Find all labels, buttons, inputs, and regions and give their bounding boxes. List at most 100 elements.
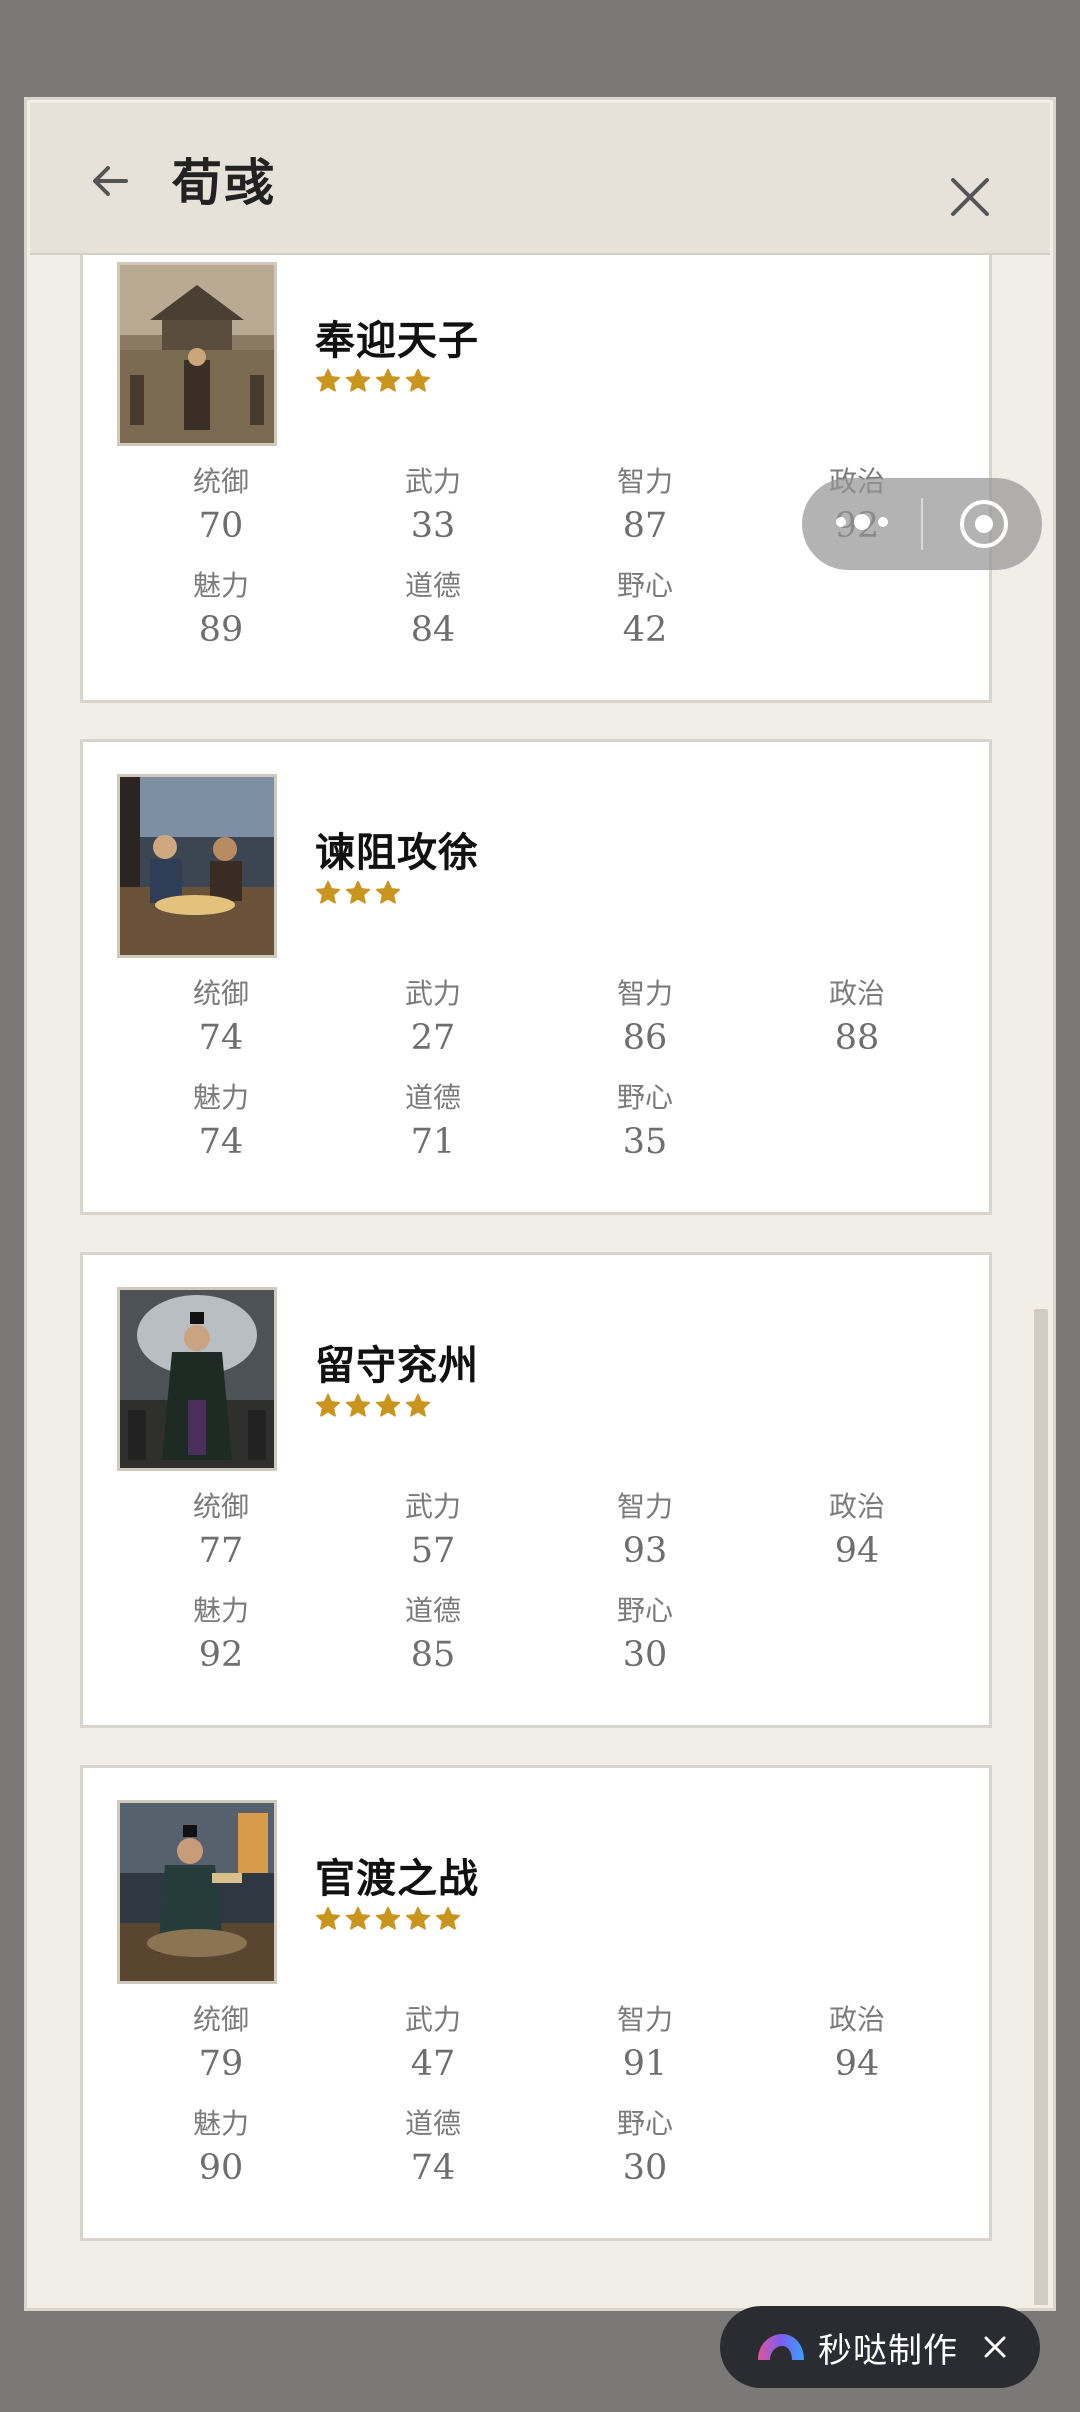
stat-value: 70	[198, 506, 244, 546]
stat-label: 武力	[404, 2003, 461, 2036]
stat-value: 71	[410, 1122, 456, 1162]
target-icon	[960, 500, 1008, 548]
event-image	[117, 774, 277, 958]
stat-meili: 魅力 92	[141, 1589, 301, 1675]
stat-value: 57	[410, 1531, 456, 1571]
stat-value: 27	[410, 1018, 456, 1058]
star-icon	[345, 1906, 371, 1930]
stat-label: 政治	[828, 977, 885, 1010]
stat-label: 统御	[192, 1490, 249, 1523]
more-button[interactable]	[836, 514, 888, 530]
event-image	[117, 1287, 277, 1471]
event-card[interactable]: 谏阻攻徐 统御 74 武力 27 智力 86 政治 88 魅力 74 道德 71 野心 35	[80, 739, 992, 1215]
stat-label: 道德	[404, 569, 461, 602]
stat-wuli: 武力 33	[353, 460, 513, 546]
scrollbar[interactable]	[1034, 1309, 1048, 2305]
stat-value: 30	[622, 1635, 668, 1675]
stat-value: 74	[410, 2148, 456, 2188]
exit-button[interactable]	[958, 498, 1010, 550]
event-title: 留守兖州	[315, 1343, 479, 1389]
stat-tongyu: 统御 79	[141, 1998, 301, 2084]
close-icon	[951, 178, 989, 216]
stat-value: 79	[198, 2044, 244, 2084]
page-title: 荀彧	[172, 154, 276, 212]
stat-meili: 魅力 89	[141, 564, 301, 650]
stat-zhengzhi: 政治 88	[777, 972, 937, 1058]
stat-value: 85	[410, 1635, 456, 1675]
stat-value: 47	[410, 2044, 456, 2084]
modal-header: 荀彧	[30, 103, 1050, 255]
stat-label: 魅力	[192, 1594, 249, 1627]
miaoda-badge[interactable]: 秒哒制作	[720, 2306, 1040, 2388]
rating-stars	[315, 1393, 431, 1419]
star-icon	[315, 1906, 341, 1930]
stat-label: 武力	[404, 465, 461, 498]
star-icon	[405, 1906, 431, 1930]
star-icon	[435, 1906, 461, 1930]
rating-stars	[315, 1906, 461, 1932]
stat-tongyu: 统御 77	[141, 1485, 301, 1571]
stat-value: 93	[622, 1531, 668, 1571]
stat-daode: 道德 74	[353, 2102, 513, 2188]
star-icon	[345, 1393, 371, 1417]
badge-label: 秒哒制作	[818, 2330, 958, 2371]
event-title: 奉迎天子	[315, 318, 479, 364]
stat-value: 42	[622, 610, 668, 650]
stat-value: 74	[198, 1018, 244, 1058]
stat-daode: 道德 84	[353, 564, 513, 650]
stat-label: 政治	[828, 1490, 885, 1523]
star-icon	[375, 880, 401, 904]
event-card[interactable]: 留守兖州 统御 77 武力 57 智力 93 政治 94 魅力 92 道德 85 野心 30	[80, 1252, 992, 1728]
star-icon	[375, 368, 401, 392]
stat-zhengzhi: 政治 94	[777, 1485, 937, 1571]
rating-stars	[315, 368, 431, 394]
event-image	[117, 1800, 277, 1984]
stat-value: 94	[834, 1531, 880, 1571]
stat-value: 84	[410, 610, 456, 650]
stat-value: 89	[198, 610, 244, 650]
stat-label: 统御	[192, 2003, 249, 2036]
stat-label: 统御	[192, 977, 249, 1010]
stat-value: 35	[622, 1122, 668, 1162]
stat-zhili: 智力 93	[565, 1485, 725, 1571]
back-button[interactable]	[80, 151, 140, 211]
stat-value: 86	[622, 1018, 668, 1058]
stat-label: 道德	[404, 2107, 461, 2140]
stat-meili: 魅力 74	[141, 1076, 301, 1162]
stat-label: 智力	[616, 977, 673, 1010]
star-icon	[405, 1393, 431, 1417]
event-image	[117, 262, 277, 446]
event-modal: 荀彧 奉迎天子 统御 70 武力 33 智力 87 魅力 89 道德 84 野心…	[24, 97, 1056, 2311]
stat-value: 33	[410, 506, 456, 546]
stat-label: 道德	[404, 1081, 461, 1114]
star-icon	[375, 1906, 401, 1930]
stat-wuli: 武力 57	[353, 1485, 513, 1571]
mini-program-capsule	[802, 478, 1042, 570]
stat-yexin: 野心 35	[565, 1076, 725, 1162]
stat-daode: 道德 71	[353, 1076, 513, 1162]
event-card[interactable]: 官渡之战 统御 79 武力 47 智力 91 政治 94 魅力 90 道德 74 野心 30	[80, 1765, 992, 2241]
stat-wuli: 武力 27	[353, 972, 513, 1058]
star-icon	[315, 368, 341, 392]
stat-daode: 道德 85	[353, 1589, 513, 1675]
close-icon[interactable]	[980, 2332, 1010, 2362]
stat-label: 野心	[616, 569, 673, 602]
stat-zhengzhi: 政治 94	[777, 1998, 937, 2084]
stat-value: 74	[198, 1122, 244, 1162]
stat-label: 智力	[616, 1490, 673, 1523]
stat-value: 88	[834, 1018, 880, 1058]
stat-label: 统御	[192, 465, 249, 498]
stat-yexin: 野心 42	[565, 564, 725, 650]
star-icon	[345, 880, 371, 904]
stat-label: 道德	[404, 1594, 461, 1627]
star-icon	[315, 1393, 341, 1417]
star-icon	[315, 880, 341, 904]
stat-yexin: 野心 30	[565, 1589, 725, 1675]
back-arrow-icon	[93, 166, 128, 196]
stat-meili: 魅力 90	[141, 2102, 301, 2188]
close-button[interactable]	[942, 169, 998, 225]
stat-value: 91	[622, 2044, 668, 2084]
stat-label: 魅力	[192, 569, 249, 602]
star-icon	[345, 368, 371, 392]
event-title: 官渡之战	[315, 1856, 479, 1902]
